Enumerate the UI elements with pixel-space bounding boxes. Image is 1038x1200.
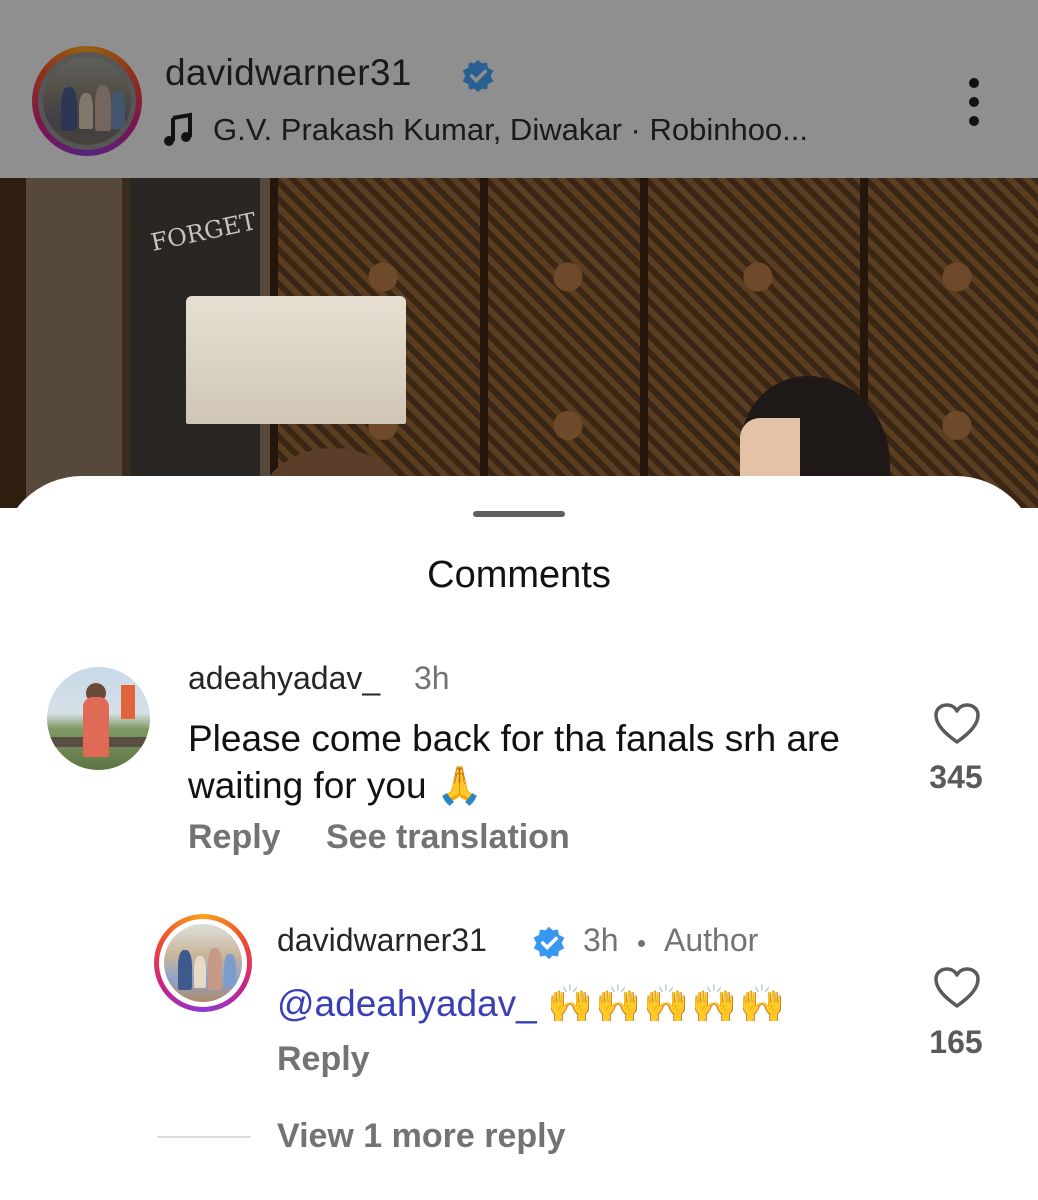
- reel-video[interactable]: FORGET: [0, 178, 1038, 508]
- comment-username[interactable]: adeahyadav_: [188, 660, 380, 697]
- author-avatar[interactable]: [154, 914, 252, 1012]
- music-note-icon: [164, 112, 192, 146]
- mention-link[interactable]: @adeahyadav_: [277, 983, 537, 1024]
- author-label: Author: [664, 922, 759, 958]
- view-more-replies-button[interactable]: View 1 more reply: [277, 1117, 566, 1156]
- more-options-icon[interactable]: [954, 78, 994, 128]
- verified-badge-icon: [462, 59, 494, 93]
- raised-hands-emoji-icon: 🙌🙌🙌🙌🙌: [547, 982, 788, 1025]
- heart-icon[interactable]: [933, 966, 981, 1010]
- like-count: 345: [929, 759, 983, 795]
- story-ring-avatar[interactable]: [32, 46, 142, 156]
- lamp-shade: [186, 296, 406, 424]
- comment-text: Please come back for tha fanals srh are …: [188, 718, 840, 807]
- pray-emoji-icon: 🙏: [436, 764, 483, 807]
- comment-username[interactable]: davidwarner31: [277, 922, 487, 959]
- reply-button[interactable]: Reply: [277, 1040, 370, 1079]
- divider-line: [157, 1136, 251, 1138]
- reply-button[interactable]: Reply: [188, 818, 281, 857]
- comment-timestamp: 3h: [583, 922, 619, 958]
- profile-photo: [43, 57, 131, 145]
- post-author-username[interactable]: davidwarner31: [165, 52, 412, 94]
- comments-sheet: Comments adeahyadav_ 3h Please come back…: [0, 476, 1038, 1200]
- see-translation-button[interactable]: See translation: [326, 818, 570, 857]
- heart-icon[interactable]: [933, 702, 981, 746]
- sheet-title: Comments: [427, 554, 611, 596]
- verified-badge-icon: [533, 926, 565, 960]
- like-count: 165: [929, 1024, 983, 1060]
- post-header: davidwarner31 G.V. Prakash Kumar, Diwaka…: [0, 0, 1038, 178]
- drag-handle[interactable]: [473, 511, 565, 517]
- audio-track-label[interactable]: G.V. Prakash Kumar, Diwakar · Robinhoo..…: [213, 112, 808, 148]
- reply-text: @adeahyadav_ 🙌🙌🙌🙌🙌: [277, 982, 787, 1026]
- separator-dot: [638, 940, 645, 947]
- commenter-avatar[interactable]: [47, 667, 150, 770]
- comment-timestamp: 3h: [414, 660, 450, 696]
